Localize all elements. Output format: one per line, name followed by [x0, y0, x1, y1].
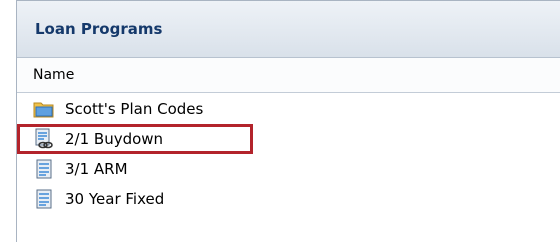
list-item-scotts-plan-codes[interactable]: Scott's Plan Codes [17, 94, 560, 124]
list-item-label: 30 Year Fixed [65, 190, 165, 208]
document-icon [33, 158, 55, 180]
list-item-2-1-buydown[interactable]: 2/1 Buydown [17, 124, 253, 154]
panel-title: Loan Programs [35, 20, 163, 38]
folder-icon [33, 98, 55, 120]
loan-programs-list: Scott's Plan Codes 2/1 Buydown 3/1 ARM 3… [17, 94, 560, 214]
list-item-3-1-arm[interactable]: 3/1 ARM [17, 154, 560, 184]
list-item-30-year-fixed[interactable]: 30 Year Fixed [17, 184, 560, 214]
name-column-header[interactable]: Name [17, 58, 560, 93]
linked-document-icon [33, 128, 55, 150]
list-item-label: Scott's Plan Codes [65, 100, 204, 118]
list-item-label: 2/1 Buydown [65, 130, 164, 148]
loan-programs-panel: Loan Programs Name Scott's Plan Codes 2/… [16, 0, 560, 242]
name-column-label: Name [33, 67, 75, 83]
panel-header: Loan Programs [17, 1, 560, 58]
list-item-label: 3/1 ARM [65, 160, 128, 178]
document-icon [33, 188, 55, 210]
